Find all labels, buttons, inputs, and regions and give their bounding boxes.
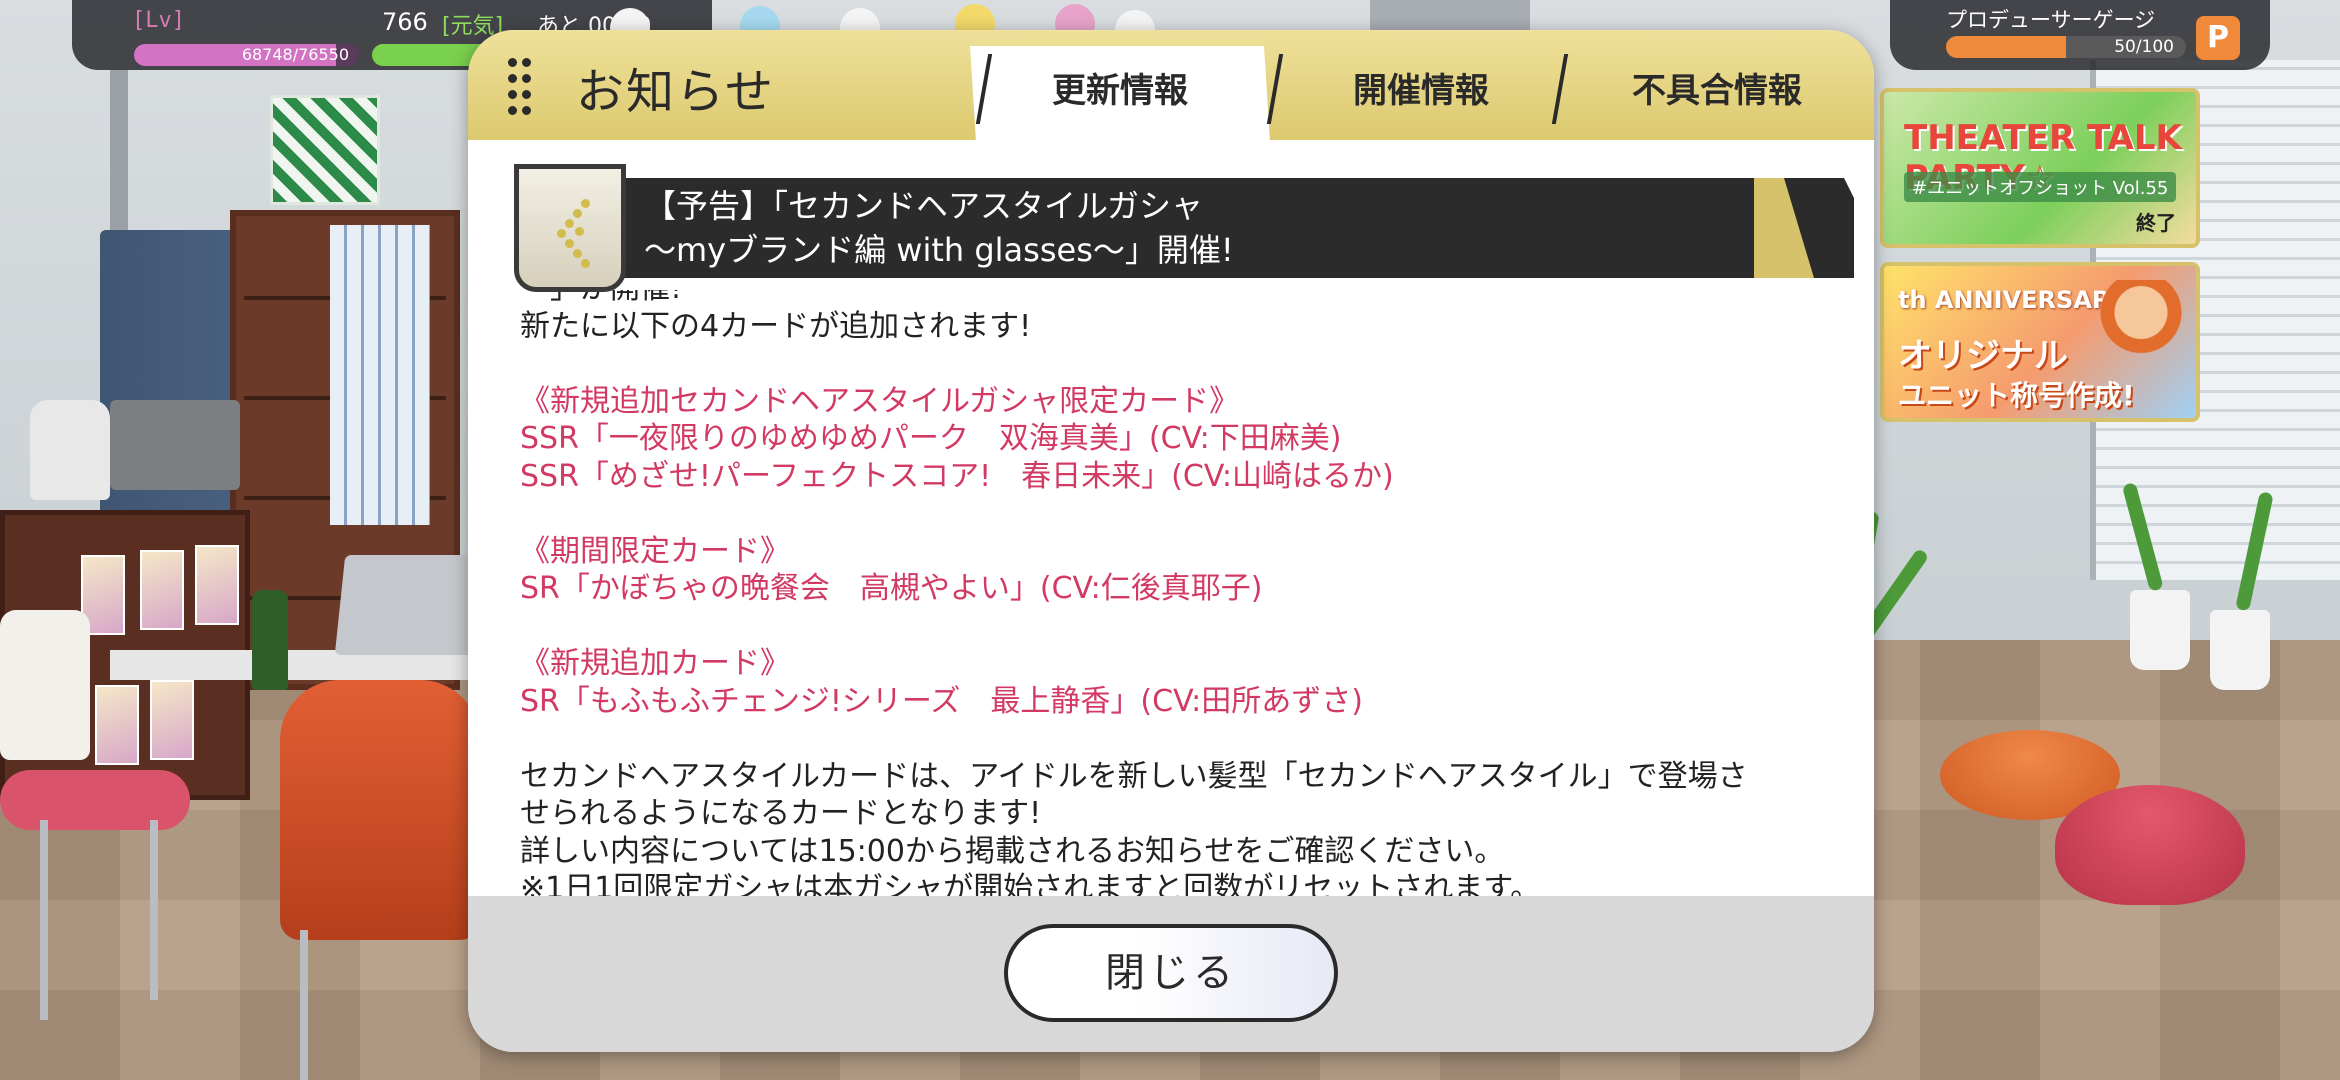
card-entry: SR「かぼちゃの晩餐会 高槻やよい」(CV:仁後真耶子) (520, 571, 1263, 606)
article-header: 【予告】「セカンドヘアスタイルガシャ 〜myブランド編 with glasses… (514, 164, 1874, 294)
card-entry: SSR「めざせ!パーフェクトスコア! 春日未来」(CV:山崎はるか) (520, 458, 1394, 494)
article-title-line: 〜myブランド編 with glasses〜」開催! (644, 231, 1234, 269)
article-note: せられるようになるカードとなります! (520, 796, 1042, 831)
notice-dialog: お知らせ 更新情報 開催情報 不具合情報 〜」が開催! 新たに以下の4カードが追… (468, 30, 1874, 1052)
producer-gauge-hud: プロデューサーゲージ 50/100 P (1890, 0, 2270, 70)
article-title: 【予告】「セカンドヘアスタイルガシャ 〜myブランド編 with glasses… (644, 184, 1234, 272)
producer-p-icon[interactable]: P (2196, 16, 2240, 60)
dialog-footer: 閉じる (468, 896, 1874, 1052)
red-stool (2055, 785, 2245, 905)
producer-gauge-bar: 50/100 (1946, 36, 2186, 58)
dialog-header: お知らせ 更新情報 開催情報 不具合情報 (468, 30, 1874, 142)
exp-text: 68748/76550 (241, 45, 349, 64)
section-heading: 《新規追加セカンドヘアスタイルガシャ限定カード》 (520, 383, 1240, 419)
dialog-title: お知らせ (576, 64, 776, 120)
card-entry: SR「もふもふチェンジ!シリーズ 最上静香」(CV:田所あずさ) (520, 683, 1363, 719)
producer-gauge-label: プロデューサーゲージ (1946, 8, 2156, 32)
card-entry: SSR「一夜限りのゆめゆめパーク 双海真美」(CV:下田麻美) (520, 421, 1342, 456)
red-chair (0, 770, 190, 830)
banner-subtitle: #ユニットオフショット Vol.55 (1904, 172, 2177, 202)
section-heading: 《期間限定カード》 (520, 533, 790, 569)
level-value: 766 (382, 8, 428, 36)
tab-bug-info[interactable]: 不具合情報 (1572, 46, 1862, 140)
tab-update-info[interactable]: 更新情報 (970, 46, 1270, 142)
theater-talk-party-banner[interactable]: THEATER TALK PARTY☆ #ユニットオフショット Vol.55 終… (1880, 88, 2200, 248)
banner-ended-badge: 終了 (2136, 211, 2176, 235)
handbag (0, 610, 90, 760)
laptop (334, 555, 486, 655)
back-chevron-icon (557, 199, 597, 269)
banner-title: th ANNIVERSARY (1898, 286, 2127, 314)
dialog-body[interactable]: 〜」が開催! 新たに以下の4カードが追加されます! 《新規追加セカンドヘアスタイ… (468, 140, 1874, 926)
banner-main-text: オリジナル (1898, 336, 2068, 376)
idol-illustration (2096, 280, 2186, 410)
gift-box (270, 95, 380, 205)
level-label: [Lv] (132, 8, 185, 33)
close-button[interactable]: 閉じる (1004, 924, 1338, 1022)
producer-gauge-text: 50/100 (2114, 37, 2174, 57)
binders (330, 225, 430, 525)
article-note: セカンドヘアスタイルカードは、アイドルを新しい髪型「セカンドヘアスタイル」で登場… (520, 758, 1748, 794)
small-plant-pot (2210, 610, 2270, 690)
small-plant-pot (2130, 590, 2190, 670)
ceiling-vent (1370, 0, 1530, 30)
tab-event-info[interactable]: 開催情報 (1276, 46, 1566, 140)
producer-gauge-fill (1946, 36, 2066, 58)
exp-bar: 68748/76550 (134, 44, 359, 66)
electric-pot (30, 400, 110, 500)
article-intro: 新たに以下の4カードが追加されます! (520, 308, 1032, 344)
article-note: 詳しい内容については15:00から掲載されるお知らせをご確認ください。 (520, 833, 1505, 869)
section-heading: 《新規追加カード》 (520, 646, 790, 681)
article-scroll-area[interactable]: 〜」が開催! 新たに以下の4カードが追加されます! 《新規追加セカンドヘアスタイ… (520, 290, 1830, 926)
back-button[interactable] (514, 164, 626, 292)
orange-chair (280, 680, 480, 940)
article-title-line: 【予告】「セカンドヘアスタイルガシャ (644, 187, 1204, 225)
anniversary-unit-banner[interactable]: th ANNIVERSARY オリジナル ユニット称号作成! (1880, 262, 2200, 422)
tea-bottle (252, 590, 288, 690)
microwave (110, 400, 240, 490)
drag-handle-icon (508, 58, 534, 116)
